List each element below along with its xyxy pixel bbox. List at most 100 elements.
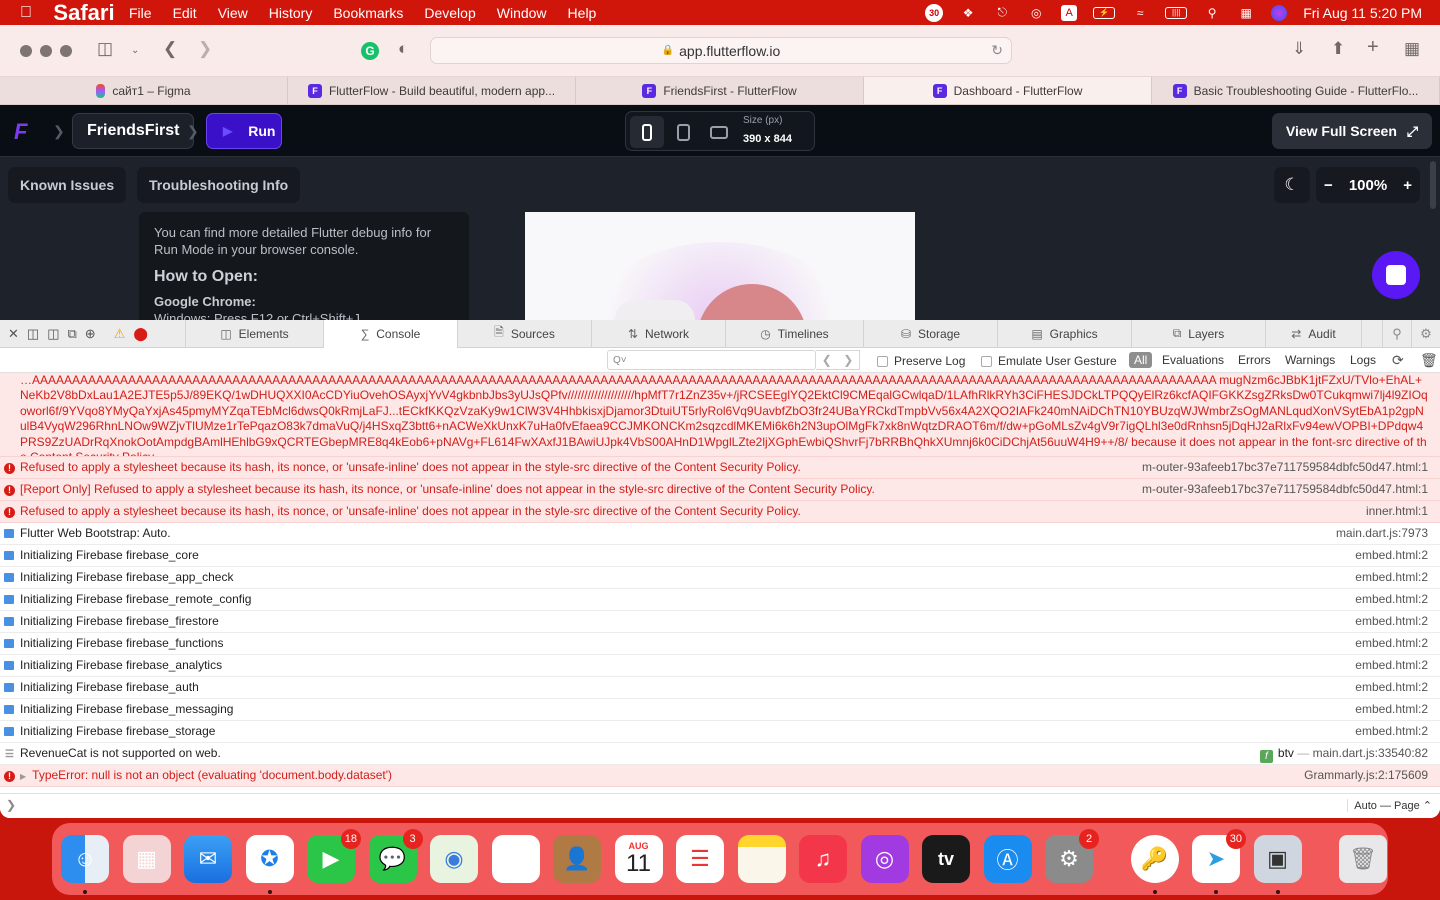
address-bar[interactable]: 🔒 app.flutterflow.io ↻ — [430, 37, 1012, 64]
filter-warnings[interactable]: Warnings — [1285, 353, 1335, 367]
menu-view[interactable]: View — [218, 5, 248, 21]
console-message-log[interactable]: Initializing Firebase firebase_auth embed… — [0, 677, 1440, 699]
input-source-icon[interactable]: A — [1061, 4, 1078, 21]
inspector-search-icon[interactable]: ⚲ — [1382, 320, 1411, 348]
message-source[interactable]: f btv — main.dart.js:33540:82 — [1259, 746, 1428, 763]
keyboard-brightness-icon[interactable]: |||| — [1165, 6, 1188, 19]
dock-app-system-preferences[interactable]: ⚙ 2 — [1045, 829, 1099, 883]
message-source[interactable]: embed.html:2 — [1355, 636, 1428, 651]
execution-context-select[interactable]: Auto — Page ⌃ — [1347, 799, 1432, 812]
menu-bookmarks[interactable]: Bookmarks — [333, 5, 403, 21]
message-source[interactable]: embed.html:2 — [1355, 724, 1428, 739]
filter-all[interactable]: All — [1129, 352, 1153, 368]
downloads-icon[interactable]: ⇓ — [1292, 39, 1306, 59]
menu-help[interactable]: Help — [568, 5, 597, 21]
warning-icon[interactable]: ⚠ — [114, 326, 126, 342]
filter-errors[interactable]: Errors — [1238, 353, 1271, 367]
tab-friendsfirst[interactable]: F FriendsFirst - FlutterFlow — [576, 77, 864, 104]
error-icon[interactable]: ⬤ — [133, 326, 148, 342]
previous-match-icon[interactable]: ❮ — [816, 351, 838, 369]
scrollbar[interactable] — [1430, 161, 1436, 209]
tab-overview-icon[interactable]: ▦ — [1404, 39, 1420, 59]
message-source[interactable]: m-outer-93afeeb17bc37e711759584dbfc50d47… — [1142, 460, 1428, 475]
dock-app-music[interactable]: ♫ — [799, 835, 847, 883]
console-message-log[interactable]: Initializing Firebase firebase_firestore… — [0, 611, 1440, 633]
known-issues-button[interactable]: Known Issues — [8, 167, 127, 203]
flutterflow-logo-icon[interactable]: F — [14, 119, 27, 145]
share-icon[interactable]: ⬆ — [1331, 39, 1345, 59]
console-message-error[interactable]: ! Refused to apply a stylesheet because i… — [0, 501, 1440, 523]
message-source[interactable]: embed.html:2 — [1355, 658, 1428, 673]
control-center-icon[interactable]: ▦ — [1237, 5, 1255, 21]
dock-app-launchpad[interactable]: ▦ — [122, 835, 171, 883]
console-message-error[interactable]: ! [Report Only] Refused to apply a styles… — [0, 479, 1440, 501]
message-source[interactable]: embed.html:2 — [1355, 680, 1428, 695]
apple-menu-icon[interactable]:  — [20, 4, 38, 22]
tab-troubleshooting-guide[interactable]: F Basic Troubleshooting Guide - FlutterF… — [1152, 77, 1440, 104]
detach-icon[interactable]: ⧉ — [68, 326, 77, 342]
console-message-error[interactable]: ! ▶ TypeError: null is not an object (eva… — [0, 765, 1440, 787]
siri-icon[interactable] — [1271, 4, 1288, 21]
desktop-device-button[interactable] — [702, 116, 736, 148]
dock-app-contacts[interactable]: 👤 — [553, 835, 601, 883]
inspector-tab-timelines[interactable]: ◷ Timelines — [726, 319, 864, 348]
console-message-log[interactable]: Initializing Firebase firebase_remote_co… — [0, 589, 1440, 611]
inspector-tab-network[interactable]: ⇅ Network — [592, 319, 726, 348]
tablet-device-button[interactable] — [666, 116, 700, 148]
inspector-tab-console[interactable]: ∑ Console — [324, 319, 458, 348]
dropbox-icon[interactable]: ❖ — [959, 5, 977, 21]
dock-app-safari[interactable]: ✪ — [245, 835, 294, 894]
zoom-in-button[interactable]: + — [1403, 177, 1412, 194]
dock-app-finder[interactable]: ☺ — [61, 835, 109, 894]
project-name-button[interactable]: FriendsFirst — [72, 113, 195, 149]
message-source[interactable]: embed.html:2 — [1355, 702, 1428, 717]
next-match-icon[interactable]: ❯ — [838, 351, 860, 369]
view-full-screen-button[interactable]: View Full Screen ⤢ — [1272, 113, 1432, 149]
dock-app-calendar[interactable]: AUG 11 — [614, 835, 663, 883]
dock-app-reminders[interactable]: ☰ — [676, 835, 724, 883]
run-button[interactable]: ▶ Run — [206, 113, 282, 149]
grammarly-extension-icon[interactable]: G — [361, 42, 379, 60]
dock-app-tv[interactable]: tv — [922, 835, 970, 883]
dock-app-maps[interactable]: ◉ — [430, 835, 478, 883]
message-source[interactable]: Grammarly.js:2:175609 — [1304, 768, 1428, 783]
sidebar-toggle-icon[interactable]: ◫ — [97, 39, 113, 59]
console-message-log[interactable]: Initializing Firebase firebase_app_check… — [0, 567, 1440, 589]
console-message-log[interactable]: Initializing Firebase firebase_storage em… — [0, 721, 1440, 743]
troubleshooting-info-button[interactable]: Troubleshooting Info — [137, 167, 301, 203]
close-inspector-icon[interactable]: ✕ — [8, 326, 19, 342]
chevron-down-icon[interactable]: ⌄ — [131, 45, 139, 56]
inspector-tab-elements[interactable]: ◫ Elements — [186, 319, 324, 348]
console-prompt[interactable]: ❯ Auto — Page ⌃ — [0, 793, 1440, 818]
dock-app-app-store[interactable]: Ⓐ — [983, 835, 1032, 883]
phone-device-button[interactable] — [630, 116, 664, 148]
menu-develop[interactable]: Develop — [424, 5, 475, 21]
dock-bottom-icon[interactable]: ◫ — [27, 326, 39, 342]
spotlight-search-icon[interactable]: ⚲ — [1203, 5, 1221, 21]
reload-icon[interactable]: ↻ — [991, 42, 1003, 59]
dock-app-facetime[interactable]: ▶ 18 — [307, 829, 361, 883]
clear-on-reload-icon[interactable]: ⟳ — [1392, 352, 1404, 369]
back-icon[interactable]: ❮ — [163, 39, 177, 59]
menu-edit[interactable]: Edit — [173, 5, 197, 21]
preserve-log-checkbox[interactable]: Preserve Log — [877, 354, 965, 368]
console-message-error[interactable]: …AAAAAAAAAAAAAAAAAAAAAAAAAAAAAAAAAAAAAAA… — [0, 373, 1440, 457]
console-message-error[interactable]: ! Refused to apply a stylesheet because i… — [0, 457, 1440, 479]
menu-file[interactable]: File — [129, 5, 152, 21]
wifi-icon[interactable]: ≈ — [1131, 5, 1149, 21]
message-source[interactable]: embed.html:2 — [1355, 592, 1428, 607]
console-message-log[interactable]: Initializing Firebase firebase_analytics… — [0, 655, 1440, 677]
dock-app-photos[interactable]: ✿ — [491, 835, 540, 883]
console-message-log[interactable]: Initializing Firebase firebase_functions… — [0, 633, 1440, 655]
tab-dashboard[interactable]: F Dashboard - FlutterFlow — [864, 77, 1152, 104]
clear-console-icon[interactable]: 🗑 — [1420, 352, 1438, 369]
message-source[interactable]: embed.html:2 — [1355, 614, 1428, 629]
app-preview[interactable] — [525, 212, 915, 320]
dock-side-icon[interactable]: ◫ — [47, 326, 59, 342]
minimize-window-button[interactable] — [40, 44, 52, 57]
status-app-icon[interactable]: 30 — [925, 3, 944, 22]
zoom-window-button[interactable] — [60, 44, 72, 57]
filter-evaluations[interactable]: Evaluations — [1162, 353, 1224, 367]
privacy-shield-icon[interactable]: ◐ — [398, 39, 408, 59]
zoom-out-button[interactable]: − — [1324, 177, 1333, 194]
